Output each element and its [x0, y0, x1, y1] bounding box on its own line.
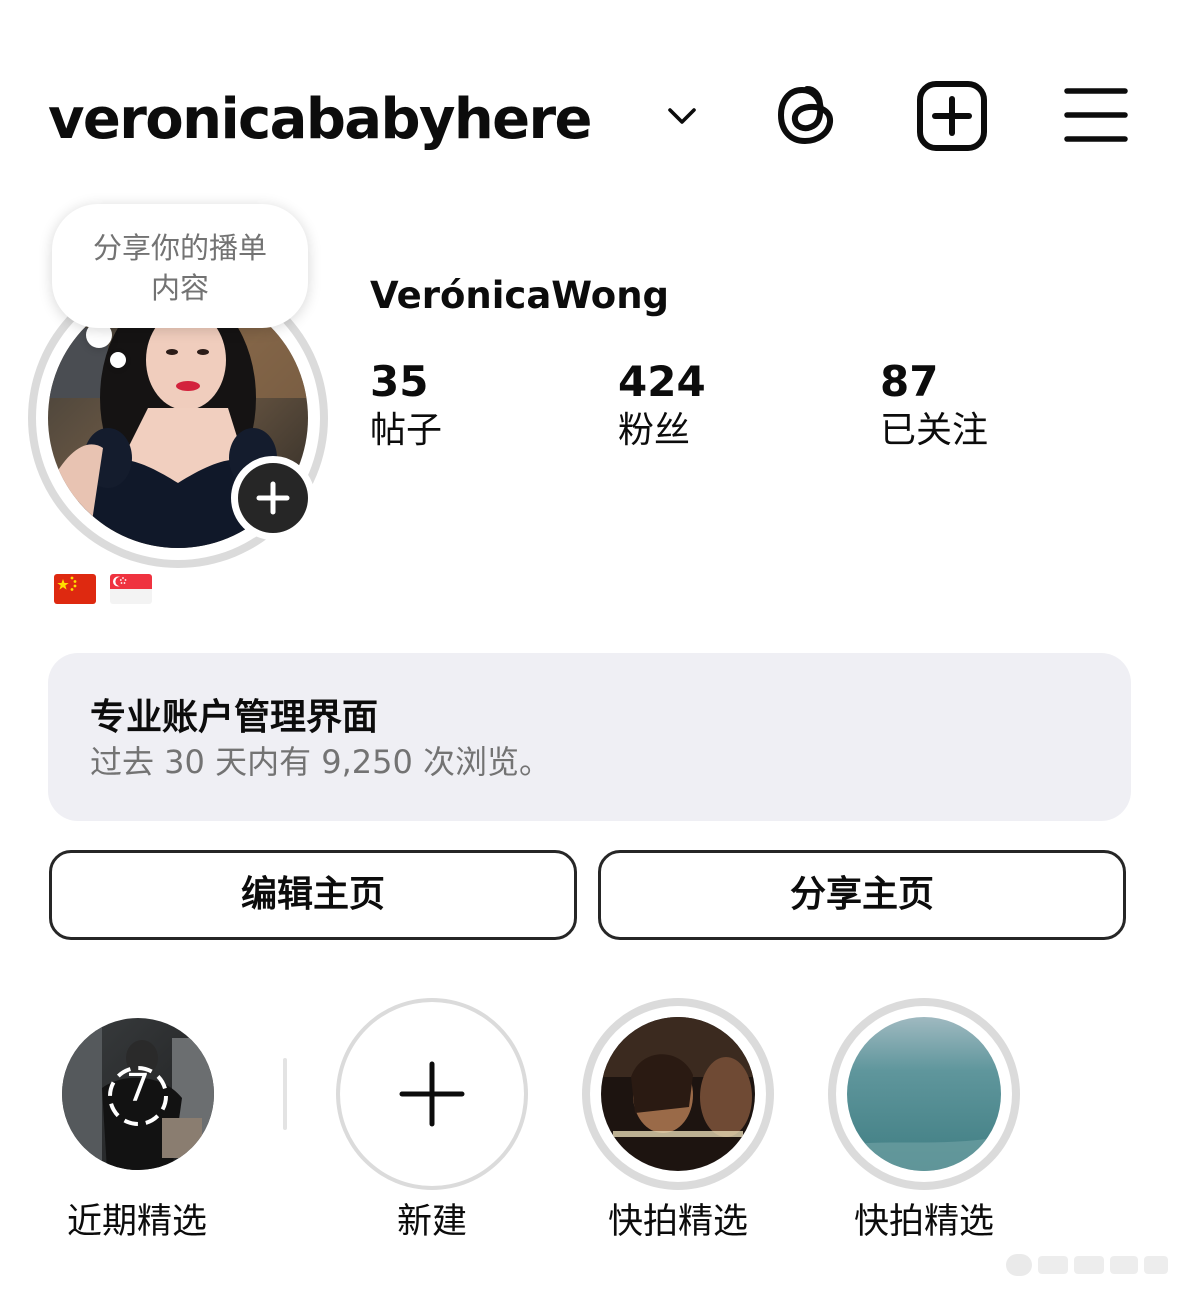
display-name: VerónicaWong [370, 274, 670, 317]
highlight-recent-badge: 7 [125, 1066, 151, 1110]
china-flag-icon [54, 574, 96, 604]
highlight-story-2-label: 快拍精选 [853, 1202, 994, 1242]
professional-dashboard-card[interactable]: 专业账户管理界面 过去 30 天内有 9,250 次浏览。 [48, 653, 1131, 821]
note-line-2: 内容 [150, 271, 209, 305]
highlight-story-1[interactable] [582, 998, 774, 1190]
stat-posts-label: 帖子 [370, 410, 443, 451]
stat-following[interactable]: 87 已关注 [880, 356, 988, 454]
hamburger-menu-icon[interactable] [1064, 86, 1128, 144]
chevron-down-icon[interactable] [666, 104, 698, 128]
plus-icon [399, 1061, 465, 1127]
stat-followers[interactable]: 424 粉丝 [618, 356, 706, 454]
highlight-new-inner [340, 1002, 524, 1186]
edit-profile-button[interactable]: 编辑主页 [49, 850, 577, 940]
sea-photo-icon [847, 1017, 1001, 1171]
dashboard-title: 专业账户管理界面 [90, 697, 379, 738]
stat-posts[interactable]: 35 帖子 [370, 356, 442, 454]
note-text: 分享你的播单 内容 [52, 228, 308, 308]
note-line-1: 分享你的播单 [92, 231, 267, 265]
add-story-badge [238, 463, 308, 533]
stat-followers-label: 粉丝 [618, 410, 691, 451]
singapore-flag-icon [110, 574, 152, 604]
stat-following-value: 87 [880, 357, 939, 406]
flag-icons [54, 574, 152, 604]
dashboard-subtitle: 过去 30 天内有 9,250 次浏览。 [90, 743, 552, 781]
add-story-button[interactable] [231, 456, 315, 540]
share-profile-button[interactable]: 分享主页 [598, 850, 1126, 940]
highlight-new-label: 新建 [396, 1202, 467, 1242]
highlight-story-1-cover [601, 1017, 755, 1171]
note-bubble-tail-small [110, 352, 126, 368]
stat-followers-value: 424 [618, 357, 706, 406]
watermark-icon [1006, 1254, 1168, 1276]
highlight-story-2[interactable] [828, 998, 1020, 1190]
highlight-story-1-label: 快拍精选 [607, 1202, 748, 1242]
plus-square-icon[interactable] [916, 80, 988, 152]
plus-icon [256, 481, 290, 515]
threads-icon[interactable] [774, 80, 840, 150]
highlight-new-button[interactable] [336, 998, 528, 1190]
stat-posts-value: 35 [370, 357, 429, 406]
highlights-divider [283, 1058, 287, 1130]
bio-flags [52, 570, 162, 608]
username[interactable]: veronicababyhere [48, 78, 593, 162]
highlight-story-2-cover [847, 1017, 1001, 1171]
note-bubble[interactable]: 分享你的播单 内容 [52, 204, 308, 328]
movie-still-icon [601, 1017, 755, 1171]
highlight-recent-label: 近期精选 [66, 1202, 207, 1242]
stat-following-label: 已关注 [880, 410, 989, 451]
